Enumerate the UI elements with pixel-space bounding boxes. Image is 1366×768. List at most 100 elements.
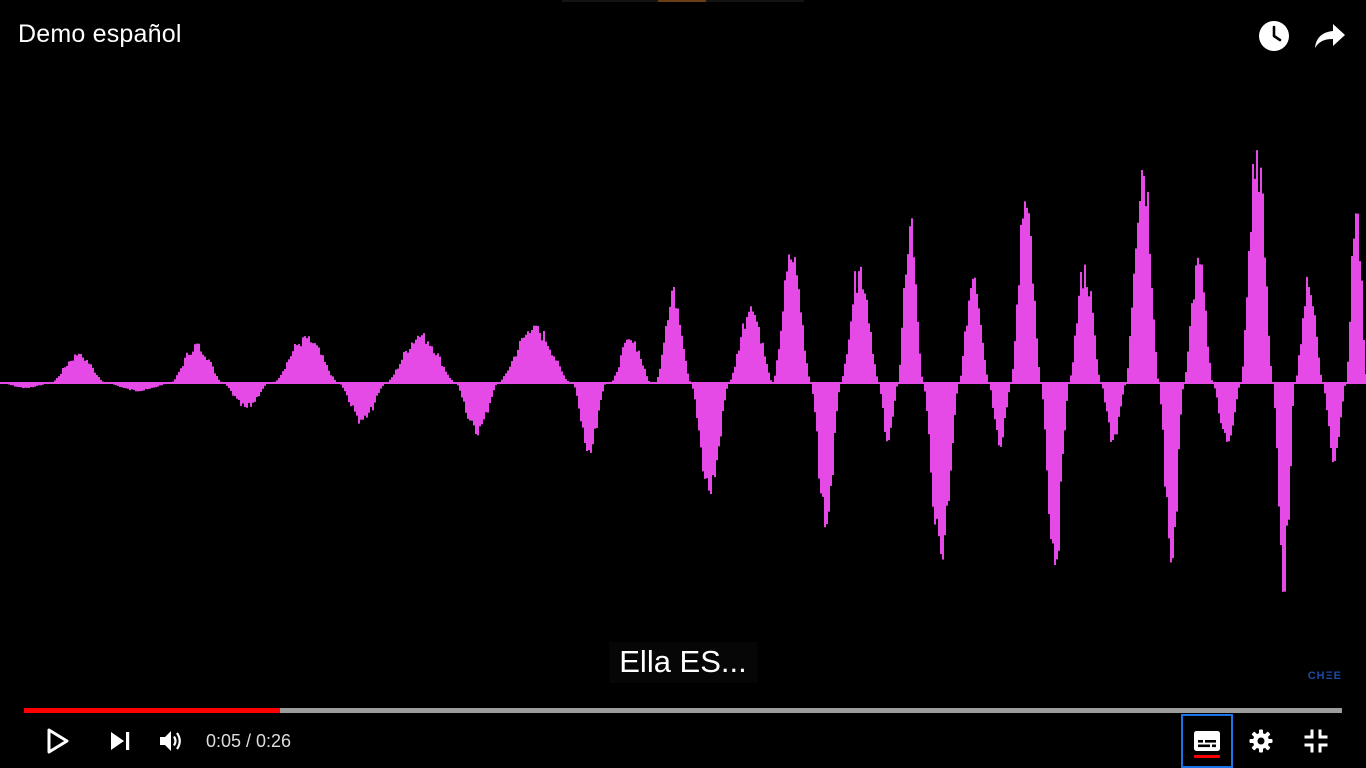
- waveform-bar: [20, 383, 22, 388]
- waveform-bar: [764, 356, 766, 383]
- waveform-bar: [830, 383, 832, 486]
- waveform-bar: [928, 383, 930, 435]
- waveform-bar: [864, 293, 866, 383]
- waveform-bar: [284, 369, 286, 383]
- video-title[interactable]: Demo español: [18, 20, 182, 49]
- waveform-bar: [535, 325, 537, 383]
- waveform-bar: [1246, 297, 1248, 383]
- waveform-bar: [32, 383, 34, 388]
- waveform-bar: [796, 275, 798, 383]
- waveform-bar: [756, 321, 758, 383]
- waveform-bar: [880, 383, 882, 394]
- channel-watermark[interactable]: CHΞE: [1308, 670, 1342, 682]
- waveform-bar: [399, 364, 401, 383]
- waveform-bar: [673, 286, 675, 383]
- waveform-bar: [1324, 383, 1326, 394]
- waveform-bar: [395, 369, 397, 383]
- waveform-bar: [515, 356, 517, 383]
- waveform-bar: [220, 381, 222, 383]
- waveform-bar: [471, 383, 473, 421]
- waveform-bar: [208, 359, 210, 383]
- waveform-bar: [380, 383, 382, 389]
- waveform-bar: [1166, 383, 1168, 498]
- waveform-bars: [8, 150, 1366, 592]
- waveform-bar: [437, 353, 439, 383]
- waveform-bar: [669, 306, 671, 383]
- waveform-bar: [192, 351, 194, 383]
- waveform-bar: [675, 308, 677, 383]
- waveform-bar: [872, 353, 874, 383]
- waveform-bar: [1032, 283, 1034, 383]
- waveform-bar: [533, 325, 535, 383]
- exit-fullscreen-button[interactable]: [1296, 714, 1336, 768]
- waveform-bar: [250, 383, 252, 407]
- settings-button[interactable]: [1241, 714, 1281, 768]
- play-button[interactable]: [38, 714, 78, 768]
- waveform-bar: [567, 381, 569, 383]
- share-button[interactable]: [1312, 16, 1348, 56]
- video-player[interactable]: Demo español Ella ES... CHΞE 0:05 / 0:26: [0, 0, 1366, 768]
- progress-bar[interactable]: [24, 708, 1342, 713]
- waveform-bar: [318, 347, 320, 383]
- waveform-bar: [362, 383, 364, 420]
- waveform-bar: [78, 353, 80, 383]
- waveform-bar: [314, 343, 316, 383]
- subtitles-button[interactable]: [1181, 714, 1233, 768]
- waveform-bar: [696, 383, 698, 419]
- waveform-bar: [143, 383, 145, 391]
- waveform-bar: [1199, 264, 1201, 383]
- waveform-bar: [1290, 383, 1292, 467]
- waveform-bar: [214, 373, 216, 383]
- waveform-bar: [1340, 383, 1342, 418]
- audio-waveform-visual: [0, 150, 1366, 592]
- waveform-bar: [974, 277, 976, 383]
- waveform-bar: [463, 383, 465, 402]
- waveform-bar: [659, 368, 661, 383]
- subtitles-active-indicator: [1194, 755, 1220, 758]
- waveform-bar: [507, 370, 509, 383]
- waveform-bar: [1357, 213, 1359, 383]
- waveform-bar: [555, 360, 557, 383]
- waveform-bar: [804, 350, 806, 383]
- waveform-bar: [596, 383, 598, 428]
- waveform-bar: [683, 349, 685, 383]
- waveform-bar: [624, 342, 626, 383]
- waveform-bar: [1149, 253, 1151, 383]
- waveform-bar: [405, 350, 407, 383]
- waveform-bar: [657, 376, 659, 383]
- waveform-bar: [594, 383, 596, 429]
- waveform-bar: [788, 254, 790, 383]
- waveform-bar: [692, 383, 694, 389]
- waveform-bar: [798, 289, 800, 383]
- waveform-bar: [886, 383, 888, 442]
- waveform-bar: [876, 376, 878, 383]
- waveform-bar: [892, 383, 894, 417]
- waveform-bar: [598, 383, 600, 411]
- waveform-bar: [1234, 383, 1236, 413]
- waveform-bar: [1096, 359, 1098, 383]
- waveform-bar: [1016, 304, 1018, 383]
- watch-later-button[interactable]: [1256, 16, 1292, 56]
- waveform-bar: [1098, 374, 1100, 383]
- waveform-bar: [350, 383, 352, 407]
- waveform-bar: [204, 356, 206, 383]
- waveform-bar: [206, 360, 208, 383]
- waveform-bar: [188, 354, 190, 383]
- waveform-bar: [574, 383, 576, 388]
- next-track-icon: [111, 732, 130, 750]
- volume-button[interactable]: [152, 714, 192, 768]
- waveform-bar: [519, 340, 521, 383]
- waveform-bar: [545, 341, 547, 383]
- waveform-bar: [228, 383, 230, 389]
- waveform-bar: [1028, 213, 1030, 383]
- waveform-bar: [278, 378, 280, 383]
- waveform-bar: [1282, 383, 1284, 592]
- waveform-bar: [644, 368, 646, 383]
- waveform-bar: [1026, 207, 1028, 383]
- waveform-bar: [1050, 383, 1052, 540]
- waveform-bar: [477, 383, 479, 436]
- waveform-bar: [1054, 383, 1056, 566]
- waveform-bar: [1193, 299, 1195, 383]
- waveform-bar: [1314, 315, 1316, 383]
- next-button[interactable]: [100, 714, 140, 768]
